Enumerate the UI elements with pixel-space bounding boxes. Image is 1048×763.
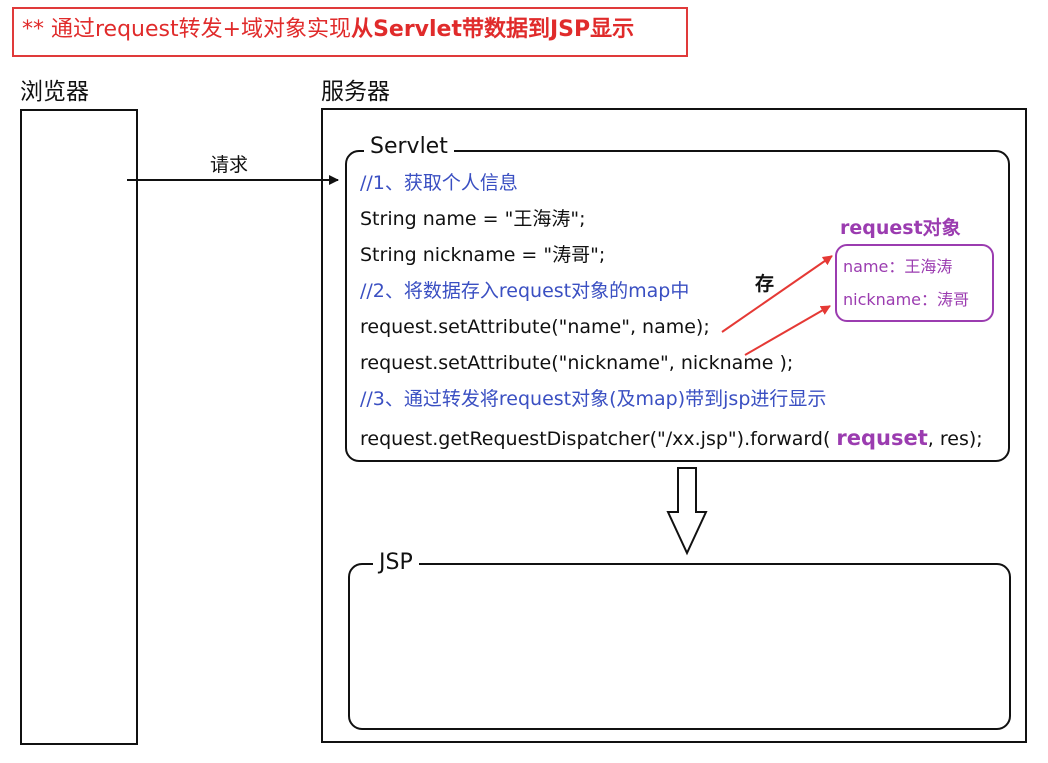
store-arrow-name bbox=[721, 255, 833, 333]
store-arrow-nickname bbox=[744, 305, 831, 356]
arrows-layer bbox=[127, 175, 833, 556]
forward-down-arrow bbox=[666, 467, 708, 556]
